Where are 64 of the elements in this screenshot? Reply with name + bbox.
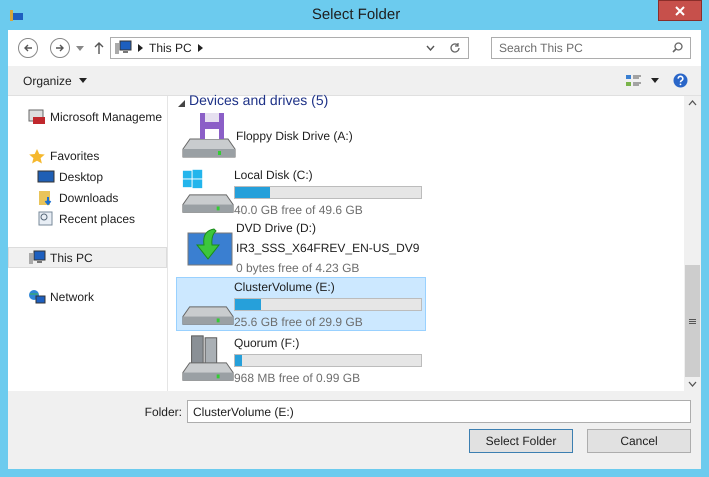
drive-label: IR3_SSS_X64FREV_EN-US_DV9 [236,240,420,257]
computer-icon [114,40,132,56]
scrollbar-thumb[interactable] [685,265,700,377]
caret-icon [78,78,87,83]
sidebar-item[interactable]: Desktop [8,166,167,187]
drive-item[interactable]: ClusterVolume (E:) 25.6 GB free of 29.9 GB [176,277,426,331]
drive-free-space: 0 bytes free of 4.23 GB [236,260,360,277]
cancel-button[interactable]: Cancel [587,429,691,453]
back-button[interactable] [18,38,38,58]
sidebar-item[interactable]: Downloads [8,187,167,208]
sidebar-item[interactable]: Recent places [8,208,167,229]
help-icon[interactable] [673,73,688,88]
recent-places-icon [37,210,55,226]
drive-item[interactable]: Quorum (F:) 968 MB free of 0.99 GB [176,333,426,387]
folder-label: Folder: [144,404,182,420]
drive-item[interactable]: Floppy Disk Drive (A:) [176,109,426,163]
search-icon [672,42,683,53]
console-icon [28,108,46,124]
breadcrumb-arrow-icon [138,44,143,52]
drive-name: Quorum (F:) [234,334,300,352]
drive-free-space: 40.0 GB free of 49.6 GB [234,202,364,218]
sidebar-item[interactable]: Favorites [8,145,167,166]
app-icon [10,8,24,22]
chevron-down-icon[interactable] [426,45,435,51]
scroll-down-icon[interactable] [688,381,697,387]
sidebar-item[interactable]: Microsoft Manageme [8,106,167,127]
scroll-up-icon[interactable] [688,100,697,106]
folder-field[interactable]: ClusterVolume (E:) [187,400,691,423]
forward-button[interactable] [50,38,70,58]
dropdown-caret-icon[interactable] [76,46,84,50]
caret-icon[interactable] [651,78,659,83]
drive-free-space: 25.6 GB free of 29.9 GB [234,314,364,330]
collapse-caret-icon[interactable] [178,100,185,107]
up-arrow-icon[interactable] [94,42,104,54]
breadcrumb-arrow-icon [198,44,203,52]
back-arrow-icon [23,43,33,53]
sidebar-item[interactable]: Network [8,286,167,307]
group-header: Devices and drives (5) [189,93,328,107]
scrollbar[interactable] [684,96,701,391]
close-button[interactable] [658,0,702,21]
drive-free-space: 968 MB free of 0.99 GB [234,370,362,386]
drive-name: Local Disk (C:) [234,166,314,184]
forward-arrow-icon [55,43,65,53]
close-icon [675,6,685,16]
window-title: Select Folder [310,4,402,25]
desktop-icon [37,168,55,184]
drive-name: DVD Drive (D:) [236,220,317,237]
organize-button[interactable]: Organize [15,72,95,90]
sidebar-item[interactable]: This PC [8,247,167,268]
network-icon [28,288,46,304]
drive-item[interactable]: Local Disk (C:) 40.0 GB free of 49.6 GB [176,165,426,219]
address-bar[interactable]: This PC [110,37,469,59]
select-folder-button[interactable]: Select Folder [469,429,573,453]
computer-icon [28,250,46,266]
breadcrumb-item[interactable]: This PC [149,39,192,57]
refresh-icon[interactable] [449,42,461,54]
search-field[interactable]: Search This PC [491,37,691,59]
drive-item[interactable]: DVD Drive (D:) IR3_SSS_X64FREV_EN-US_DV9 0 bytes free of 4.23 GB [176,221,426,275]
drive-name: Floppy Disk Drive (A:) [236,128,353,145]
hard-drive-icon [182,306,234,325]
view-options-icon[interactable] [626,74,642,88]
star-icon [28,148,46,164]
drive-name: ClusterVolume (E:) [234,278,336,296]
grip-icon [689,318,696,324]
